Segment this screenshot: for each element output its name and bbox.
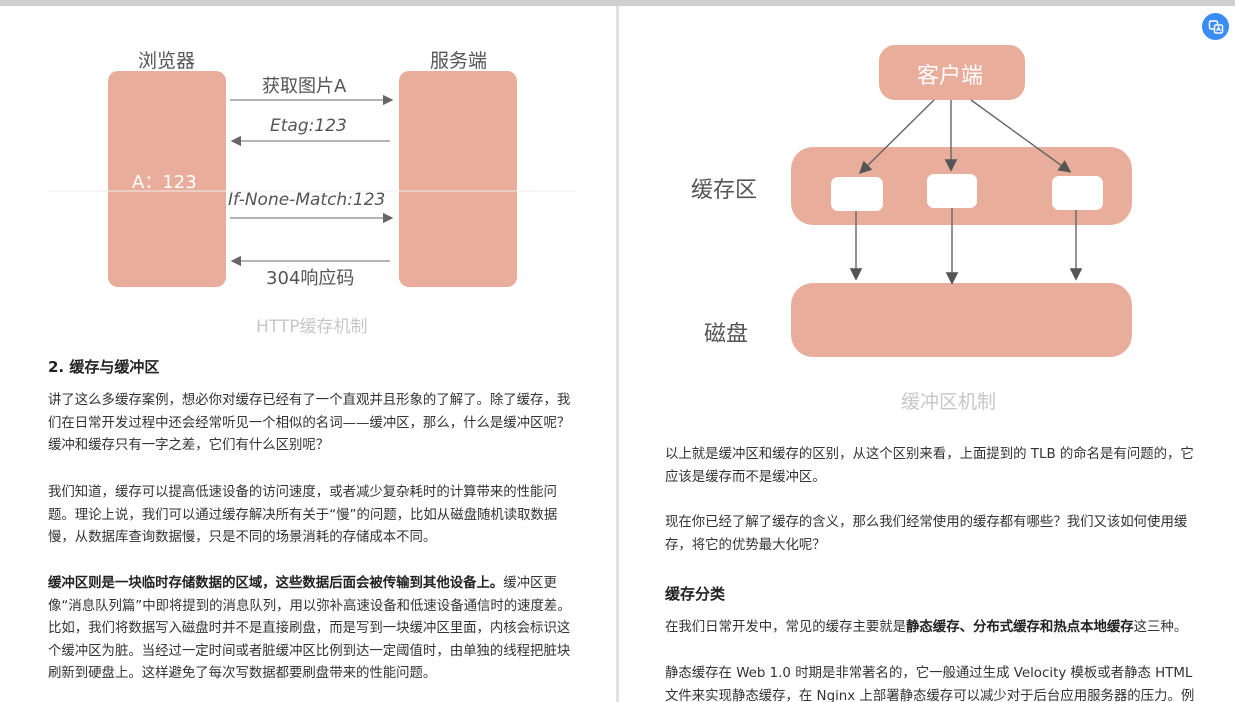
arrow-label-304: 304响应码 xyxy=(266,268,355,289)
paragraph-3-post: 这三种。 xyxy=(1133,620,1188,635)
http-arrows xyxy=(48,94,576,267)
diagram-caption: 缓冲区机制 xyxy=(901,391,997,413)
buffer-arrows xyxy=(849,99,1083,285)
paragraph-1: 讲了这么多缓存案例，想必你对缓存已经有了一个直观并且形象的了解了。除了缓存，我们… xyxy=(48,393,571,453)
paragraph-4: 静态缓存在 Web 1.0 时期是非常著名的，它一般通过生成 Velocity … xyxy=(665,666,1195,702)
paragraph-3-pre: 在我们日常开发中，常见的缓存主要就是 xyxy=(665,620,907,635)
translate-icon xyxy=(1208,19,1223,34)
arrow-label-etag: Etag:123 xyxy=(270,116,347,136)
left-page: 浏览器 服务端 A：123 获取图片A Etag:123 If-None-Mat… xyxy=(0,6,616,702)
arrow-label-if-none-match: If-None-Match:123 xyxy=(228,190,386,210)
paragraph-2: 现在你已经了解了缓存的含义，那么我们经常使用的缓存都有哪些？我们又该如何使用缓存… xyxy=(665,515,1188,553)
diagram-caption: HTTP缓存机制 xyxy=(256,317,368,337)
paragraph-3: 缓冲区则是一块临时存储数据的区域，这些数据后面会被传输到其他设备上。缓冲区更像“… xyxy=(48,573,578,686)
translate-button[interactable] xyxy=(1202,13,1229,40)
paragraph-1: 以上就是缓冲区和缓存的区别，从这个区别来看，上面提到的 TLB 的命名是有问题的… xyxy=(665,447,1194,485)
paragraph-3: 在我们日常开发中，常见的缓存主要就是静态缓存、分布式缓存和热点本地缓存这三种。 xyxy=(665,617,1205,640)
paragraph-2: 我们知道，缓存可以提高低速设备的访问速度，或者减少复杂耗时的计算带来的性能问题。… xyxy=(48,485,558,545)
section-heading: 2. 缓存与缓冲区 xyxy=(48,358,160,376)
paragraph-3-bold: 缓冲区则是一块临时存储数据的区域，这些数据后面会被传输到其他设备上。 xyxy=(48,576,504,591)
paragraph-3-rest: 缓冲区更像“消息队列篇”中即将提到的消息队列，用以弥补高速设备和低速设备通信时的… xyxy=(48,576,571,681)
section-heading: 缓存分类 xyxy=(665,585,726,603)
paragraph-3-bold: 静态缓存、分布式缓存和热点本地缓存 xyxy=(906,620,1134,635)
right-page: 客户端 缓存区 磁盘 缓冲区机制 以上就是缓冲区和缓存的区别，从这个区别来看，上… xyxy=(619,6,1235,702)
arrow-label-request: 获取图片A xyxy=(262,76,347,97)
